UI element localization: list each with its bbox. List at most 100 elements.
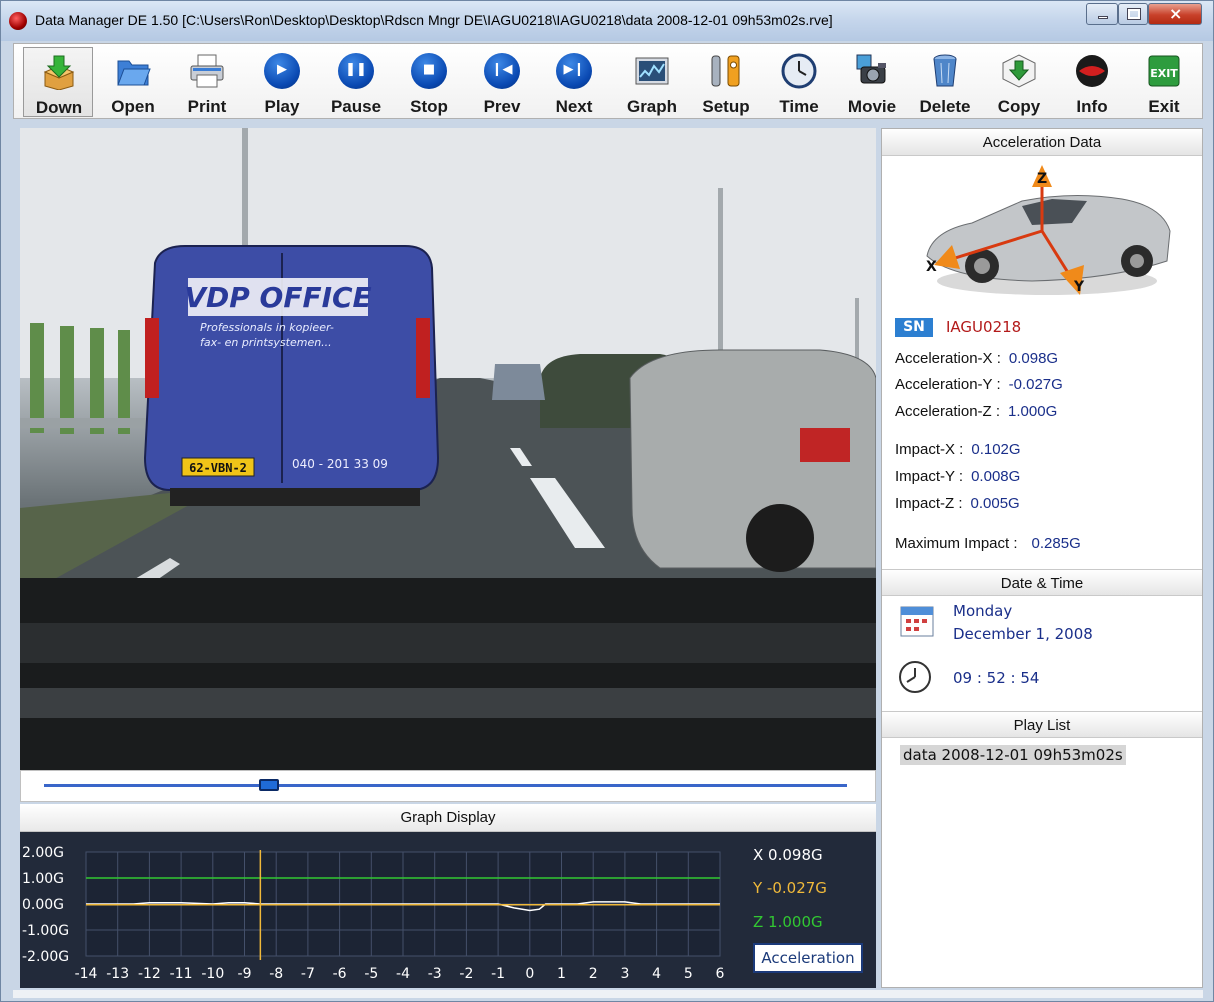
- car-axis-diagram: Z X Y: [926, 165, 1171, 295]
- close-icon: ×: [1169, 4, 1183, 23]
- playlist-header: Play List: [882, 711, 1202, 738]
- imp-y-value: 0.008G: [971, 468, 1021, 485]
- imp-y-label: Impact-Y :: [895, 468, 964, 485]
- imp-z-row: Impact-Z : 0.005G: [895, 495, 1020, 512]
- acceleration-header: Acceleration Data: [882, 129, 1202, 156]
- x-tick-label: 0: [525, 966, 534, 982]
- calendar-icon: [900, 606, 934, 637]
- minimize-icon: [1098, 16, 1108, 19]
- x-tick-label: -14: [75, 966, 98, 982]
- side-panel: Acceleration Data Z X Y SN IAGU0218 Acce…: [881, 128, 1203, 988]
- van-phone-text: 040 - 201 33 09: [292, 457, 388, 471]
- stop-label: Stop: [410, 97, 448, 116]
- delete-label: Delete: [919, 97, 971, 116]
- pause-button[interactable]: ❚❚ Pause: [321, 47, 391, 117]
- max-impact-row: Maximum Impact : 0.285G: [895, 535, 1081, 552]
- prev-button[interactable]: ❙◀ Prev: [467, 47, 537, 117]
- maximize-icon: [1127, 8, 1141, 20]
- x-tick-label: -6: [333, 966, 347, 982]
- x-tick-label: 1: [557, 966, 566, 982]
- axis-x-label: X: [926, 259, 937, 275]
- x-tick-label: -3: [428, 966, 442, 982]
- x-tick-label: -8: [269, 966, 283, 982]
- time-button[interactable]: Time: [764, 47, 834, 117]
- toolbar: Down Open Print ▶ Play ❚❚ Pause ■ Stop ❙…: [13, 43, 1203, 119]
- tools-icon: [711, 55, 740, 87]
- playback-slider[interactable]: [20, 770, 876, 802]
- y-tick-label: 1.00G: [22, 871, 64, 887]
- x-tick-label: -10: [201, 966, 224, 982]
- print-label: Print: [187, 97, 227, 116]
- x-tick-label: -2: [459, 966, 473, 982]
- download-box-icon: [43, 55, 75, 90]
- axis-y-label: Y: [1073, 279, 1085, 295]
- graph-button[interactable]: Graph: [617, 47, 687, 117]
- minimize-button[interactable]: [1086, 3, 1118, 25]
- legend-x: X 0.098G: [753, 846, 823, 864]
- imp-x-row: Impact-X : 0.102G: [895, 441, 1021, 458]
- play-label: Play: [264, 97, 300, 116]
- exit-icon: EXIT: [1148, 55, 1180, 87]
- datetime-header: Date & Time: [882, 569, 1202, 596]
- exit-button[interactable]: EXIT Exit: [1129, 47, 1199, 117]
- open-button[interactable]: Open: [98, 47, 168, 117]
- info-button[interactable]: Info: [1057, 47, 1127, 117]
- down-label: Down: [35, 98, 83, 117]
- time-label: Time: [779, 97, 819, 116]
- time-value: 09 : 52 : 54: [953, 669, 1040, 687]
- app-icon: [9, 12, 27, 30]
- legend-y: Y -0.027G: [752, 879, 827, 897]
- acceleration-toggle-button[interactable]: Acceleration: [753, 943, 863, 973]
- van-line2-text: fax- en printsystemen...: [200, 336, 332, 349]
- playlist-item[interactable]: data 2008-12-01 09h53m02s: [900, 745, 1126, 765]
- maximize-button[interactable]: [1118, 3, 1148, 25]
- x-tick-label: -5: [364, 966, 378, 982]
- delete-button[interactable]: Delete: [910, 47, 980, 117]
- x-tick-label: 3: [620, 966, 629, 982]
- setup-label: Setup: [702, 97, 750, 116]
- x-tick-label: -11: [170, 966, 193, 982]
- acc-y-label: Acceleration-Y :: [895, 376, 1001, 393]
- print-button[interactable]: Print: [172, 47, 242, 117]
- slider-thumb[interactable]: [258, 779, 279, 791]
- graph-label: Graph: [626, 97, 678, 116]
- prev-label: Prev: [483, 97, 521, 116]
- down-button[interactable]: Down: [23, 47, 93, 117]
- van-brand-text: VDP OFFICE: [184, 281, 371, 314]
- pause-icon: ❚❚: [338, 53, 374, 89]
- van-line1-text: Professionals in kopieer-: [200, 321, 334, 334]
- folder-icon: [117, 60, 151, 86]
- axis-z-label: Z: [1037, 171, 1047, 187]
- copy-arrow-icon: [1002, 54, 1036, 88]
- movie-button[interactable]: Movie: [837, 47, 907, 117]
- play-button[interactable]: ▶ Play: [247, 47, 317, 117]
- serial-number: IAGU0218: [946, 318, 1022, 336]
- previous-icon: ❙◀: [484, 53, 520, 89]
- max-impact-label: Maximum Impact :: [895, 535, 1018, 552]
- serial-badge: SN: [895, 318, 933, 337]
- video-frame[interactable]: VDP OFFICE Professionals in kopieer- fax…: [20, 128, 876, 770]
- next-label: Next: [555, 97, 593, 116]
- x-tick-label: -4: [396, 966, 410, 982]
- acceleration-graph: 2.00G1.00G0.00G-1.00G-2.00G -14 -13 -12 -11…: [22, 845, 827, 982]
- graph-panel: Graph Display 2.00G 1.00G 0.00G -1.00G -2.00…: [20, 804, 876, 988]
- open-label: Open: [111, 97, 155, 116]
- stop-button[interactable]: ■ Stop: [394, 47, 464, 117]
- setup-button[interactable]: Setup: [691, 47, 761, 117]
- slider-track[interactable]: [44, 784, 847, 787]
- max-impact-value: 0.285G: [1031, 535, 1081, 552]
- printer-icon: [190, 54, 224, 88]
- window-title: Data Manager DE 1.50 [C:\Users\Ron\Deskt…: [35, 12, 833, 28]
- imp-x-label: Impact-X :: [895, 441, 964, 458]
- imp-y-row: Impact-Y : 0.008G: [895, 468, 1020, 485]
- play-icon: ▶: [264, 53, 300, 89]
- status-strip: [13, 990, 1203, 998]
- graph-title: Graph Display: [20, 804, 876, 832]
- next-button[interactable]: ▶❙ Next: [539, 47, 609, 117]
- x-tick-label: -7: [301, 966, 315, 982]
- x-tick-label: -13: [106, 966, 129, 982]
- weekday: Monday: [953, 602, 1013, 620]
- close-button[interactable]: ×: [1148, 3, 1202, 25]
- copy-button[interactable]: Copy: [984, 47, 1054, 117]
- pause-label: Pause: [330, 97, 382, 116]
